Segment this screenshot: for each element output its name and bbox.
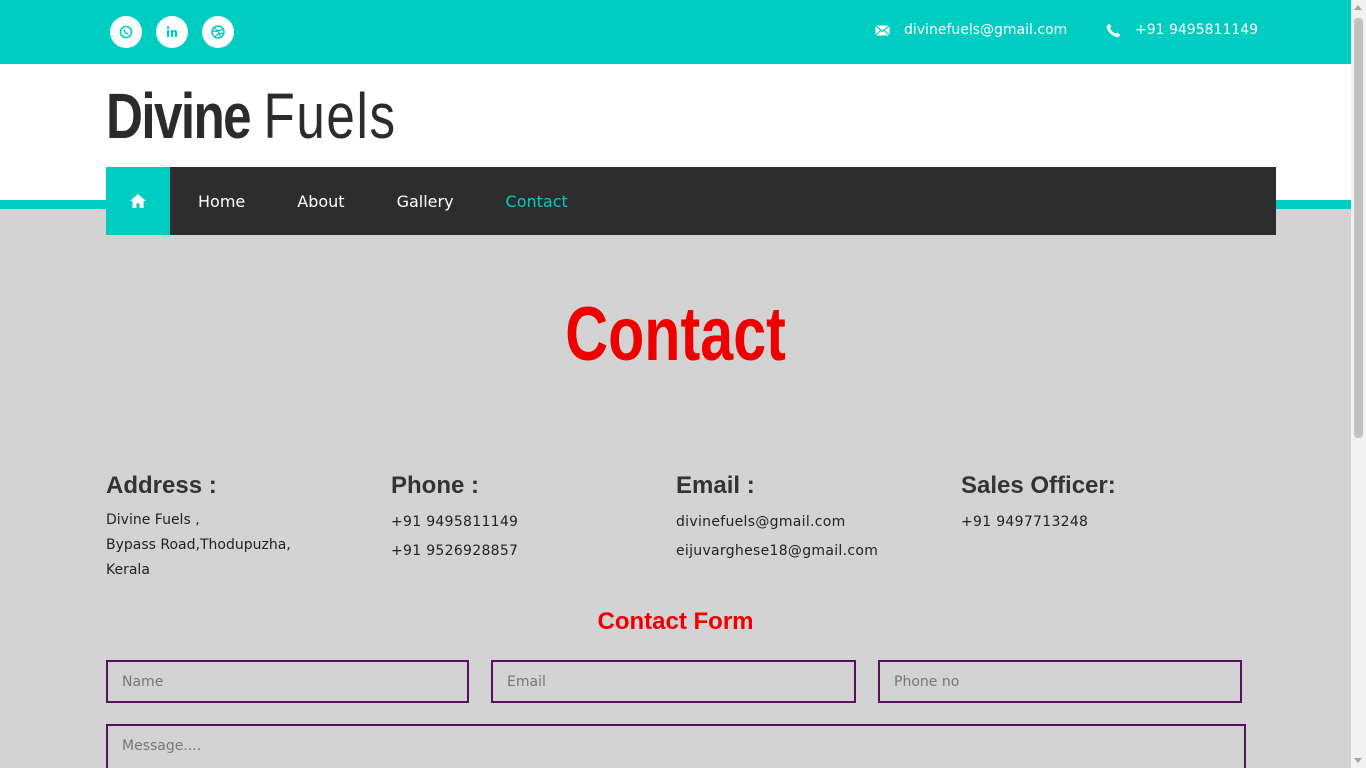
name-input[interactable]: [106, 660, 469, 703]
envelope-icon: [875, 24, 890, 36]
email-block: Email : divinefuels@gmail.com eijuvarghe…: [676, 470, 946, 566]
logo-bold: Divine: [106, 80, 252, 152]
email-heading: Email :: [676, 472, 755, 499]
nav-item-home[interactable]: Home: [198, 192, 245, 211]
home-icon: [130, 194, 146, 208]
top-phone[interactable]: +91 9495811149: [1106, 22, 1258, 38]
dribbble-icon[interactable]: [202, 16, 234, 48]
scroll-down-arrow[interactable]: [1354, 758, 1362, 763]
logo-light: Fuels: [263, 80, 397, 152]
email-address[interactable]: eijuvarghese18@gmail.com: [676, 537, 946, 566]
nav-item-gallery[interactable]: Gallery: [397, 192, 454, 211]
sales-officer-block: Sales Officer: +91 9497713248: [961, 470, 1231, 537]
phone-block: Phone : +91 9495811149 +91 9526928857: [391, 470, 661, 566]
address-block: Address : Divine Fuels , Bypass Road,Tho…: [106, 470, 376, 583]
phone-icon: [1106, 23, 1121, 37]
sales-officer-heading: Sales Officer:: [961, 472, 1116, 499]
address-line: Divine Fuels ,: [106, 512, 200, 528]
address-heading: Address :: [106, 472, 217, 499]
contact-form-title: Contact Form: [597, 608, 754, 635]
address-line: Bypass Road,Thodupuzha,: [106, 537, 291, 553]
phone-number[interactable]: +91 9495811149: [391, 508, 661, 537]
email-input[interactable]: [491, 660, 856, 703]
nav-home-button[interactable]: [106, 167, 170, 235]
main-nav: Home About Gallery Contact: [106, 167, 1276, 235]
top-email[interactable]: divinefuels@gmail.com: [875, 22, 1067, 38]
page-title: Contact: [565, 292, 786, 377]
nav-item-about[interactable]: About: [297, 192, 344, 211]
page-scrollbar[interactable]: [1351, 0, 1366, 768]
nav-item-contact[interactable]: Contact: [506, 192, 568, 211]
linkedin-icon[interactable]: [156, 16, 188, 48]
top-bar: divinefuels@gmail.com +91 9495811149: [0, 0, 1351, 64]
sales-officer-phone[interactable]: +91 9497713248: [961, 508, 1231, 537]
whatsapp-icon[interactable]: [110, 16, 142, 48]
top-email-text: divinefuels@gmail.com: [904, 22, 1068, 38]
message-textarea[interactable]: [106, 724, 1246, 768]
email-address[interactable]: divinefuels@gmail.com: [676, 508, 946, 537]
scroll-up-arrow[interactable]: [1354, 5, 1362, 10]
scroll-thumb[interactable]: [1354, 18, 1363, 438]
phone-input[interactable]: [878, 660, 1242, 703]
phone-heading: Phone :: [391, 472, 479, 499]
phone-number[interactable]: +91 9526928857: [391, 537, 661, 566]
site-logo[interactable]: Divine Fuels: [106, 84, 397, 148]
address-line: Kerala: [106, 562, 150, 578]
top-phone-text: +91 9495811149: [1135, 22, 1259, 38]
